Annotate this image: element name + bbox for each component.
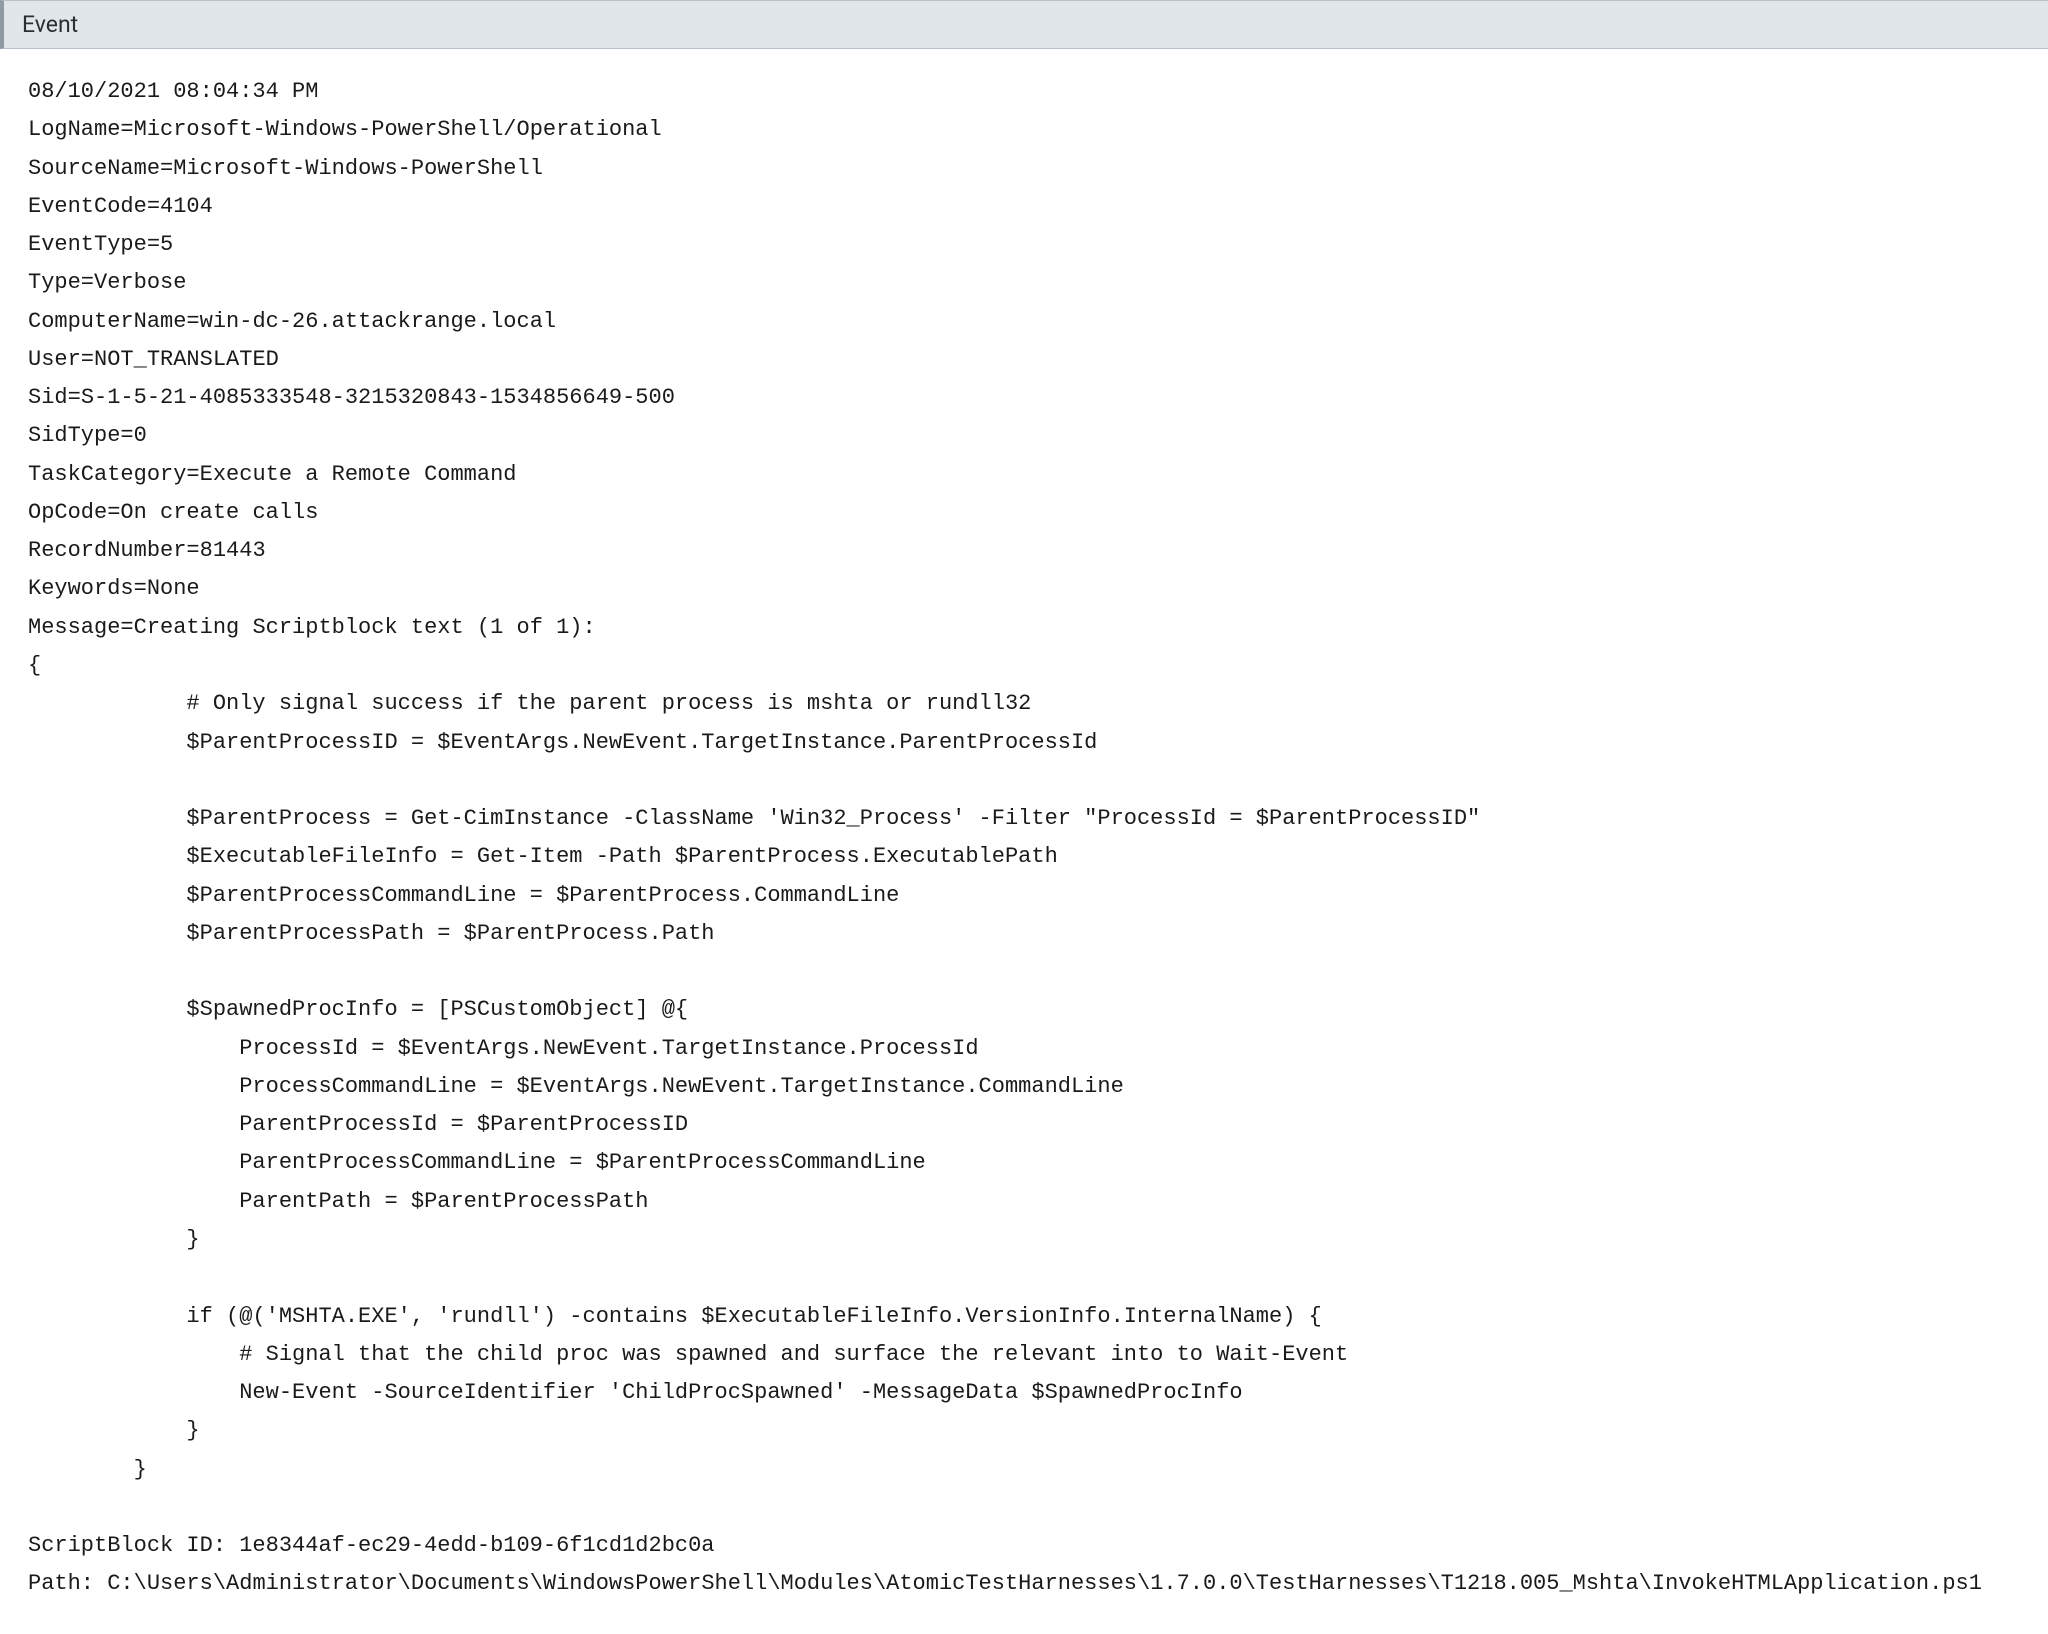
event-taskcategory: Execute a Remote Command xyxy=(200,462,517,487)
event-sourcename: Microsoft-Windows-PowerShell xyxy=(173,156,543,181)
event-body: 08/10/2021 08:04:34 PM LogName=Microsoft… xyxy=(0,49,2048,1614)
event-recordnumber: 81443 xyxy=(200,538,266,563)
event-scriptblock: { # Only signal success if the parent pr… xyxy=(28,653,1480,1482)
event-computername: win-dc-26.attackrange.local xyxy=(200,309,556,334)
event-keywords: None xyxy=(147,576,200,601)
event-sidtype: 0 xyxy=(134,423,147,448)
event-timestamp: 08/10/2021 08:04:34 PM xyxy=(28,79,318,104)
event-eventcode: 4104 xyxy=(160,194,213,219)
event-user: NOT_TRANSLATED xyxy=(94,347,279,372)
event-logname: Microsoft-Windows-PowerShell/Operational xyxy=(134,117,662,142)
event-scriptblock-id: 1e8344af-ec29-4edd-b109-6f1cd1d2bc0a xyxy=(239,1533,714,1558)
event-sid: S-1-5-21-4085333548-3215320843-153485664… xyxy=(81,385,675,410)
event-eventtype: 5 xyxy=(160,232,173,257)
event-header-title: Event xyxy=(22,11,78,38)
event-path: C:\Users\Administrator\Documents\Windows… xyxy=(107,1571,1982,1596)
event-message-header: Creating Scriptblock text (1 of 1): xyxy=(134,615,596,640)
event-opcode: On create calls xyxy=(120,500,318,525)
event-header: Event xyxy=(0,0,2048,49)
event-type: Verbose xyxy=(94,270,186,295)
